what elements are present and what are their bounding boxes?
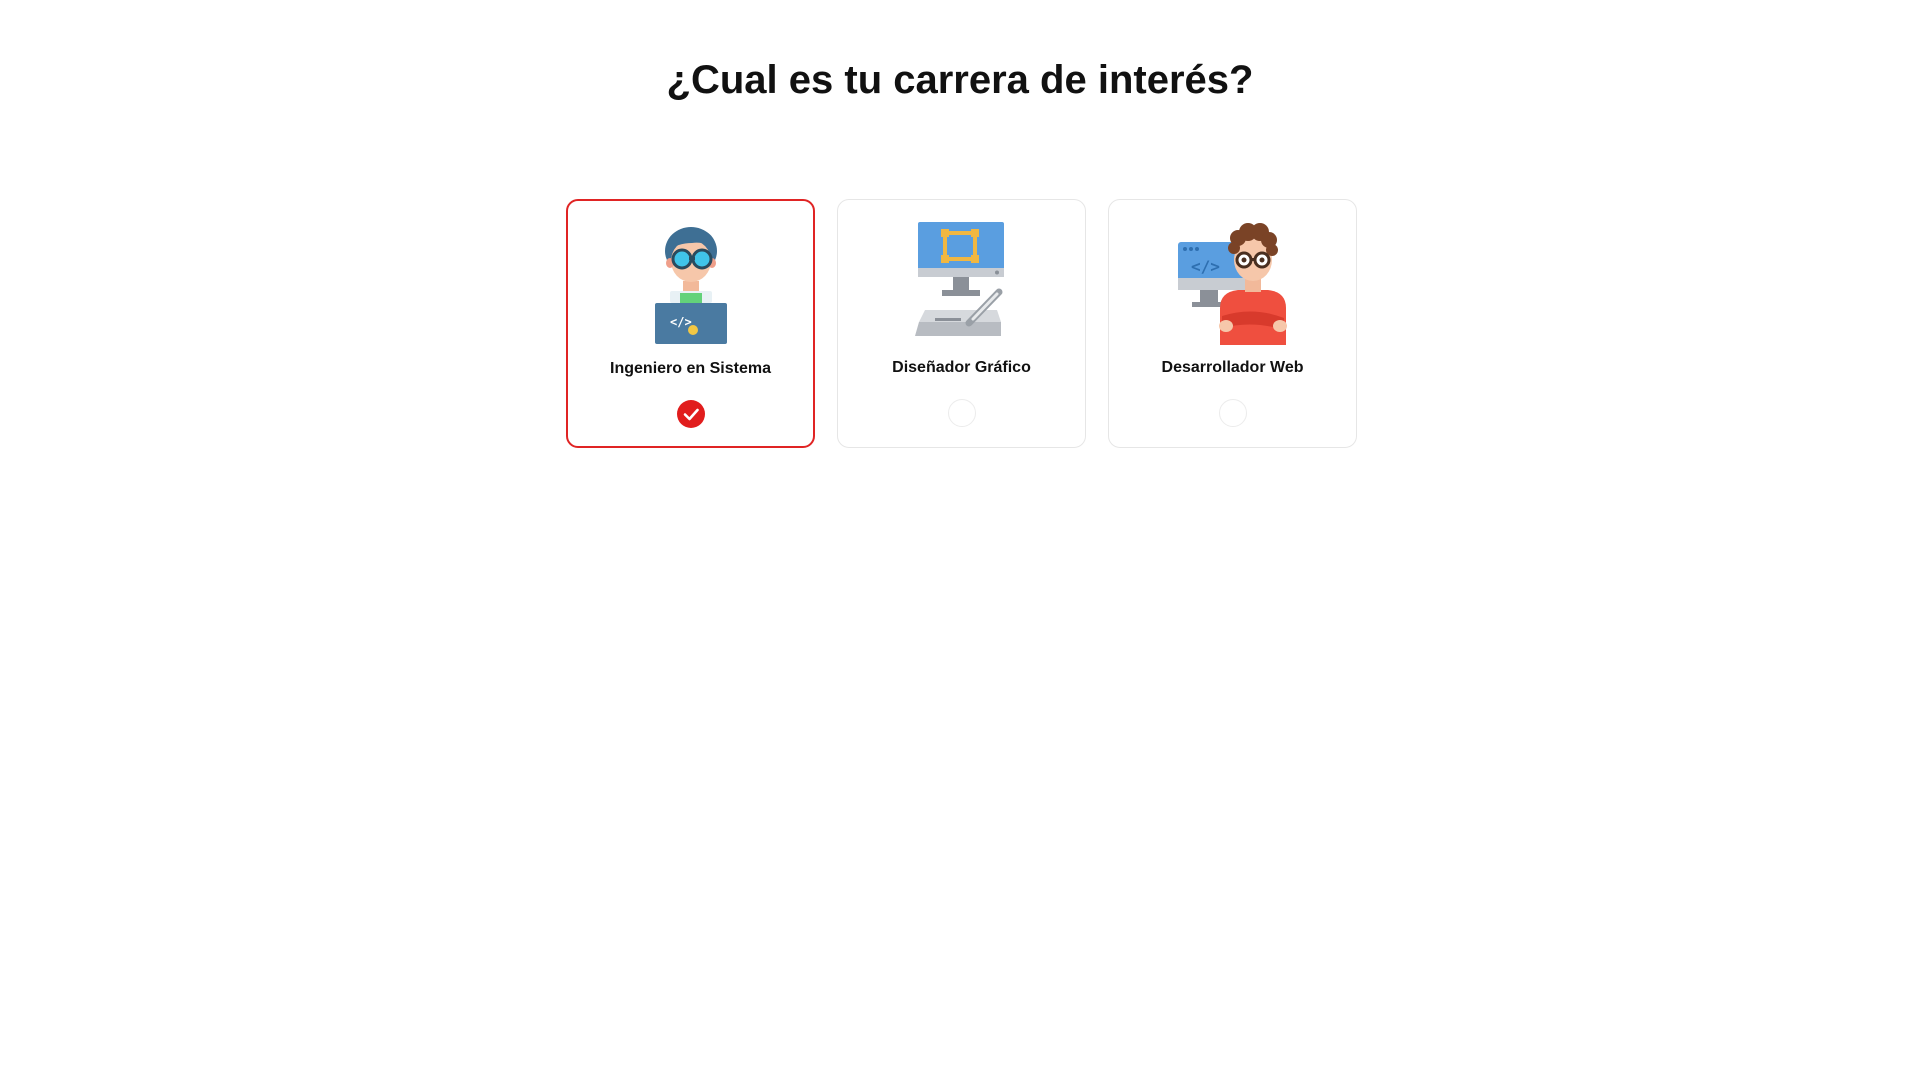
career-label: Desarrollador Web [1161, 359, 1304, 376]
career-card-ingeniero-sistema[interactable]: </> Ingeniero en Sistema [566, 199, 815, 448]
unselected-radio[interactable] [947, 399, 976, 427]
checkmark-icon [683, 408, 699, 421]
graphic-designer-icon [897, 220, 1027, 345]
svg-text:</>: </> [1191, 257, 1220, 276]
selected-check-radio[interactable] [676, 400, 705, 428]
svg-text:</>: </> [670, 315, 692, 329]
unselected-radio[interactable] [1218, 399, 1247, 427]
career-card-desarrollador-web[interactable]: </> Desarrollador Web [1108, 199, 1357, 448]
systems-engineer-icon: </> [626, 221, 756, 346]
web-developer-icon: </> [1168, 220, 1298, 345]
page-title: ¿Cual es tu carrera de interés? [666, 58, 1254, 102]
career-selection-page: ¿Cual es tu carrera de interés? </> Inge… [0, 0, 1920, 1080]
career-label: Diseñador Gráfico [892, 359, 1031, 376]
career-options: </> Ingeniero en Sistema Diseñador Gráfi… [566, 199, 1357, 448]
career-label: Ingeniero en Sistema [610, 360, 771, 377]
career-card-disenador-grafico[interactable]: Diseñador Gráfico [837, 199, 1086, 448]
